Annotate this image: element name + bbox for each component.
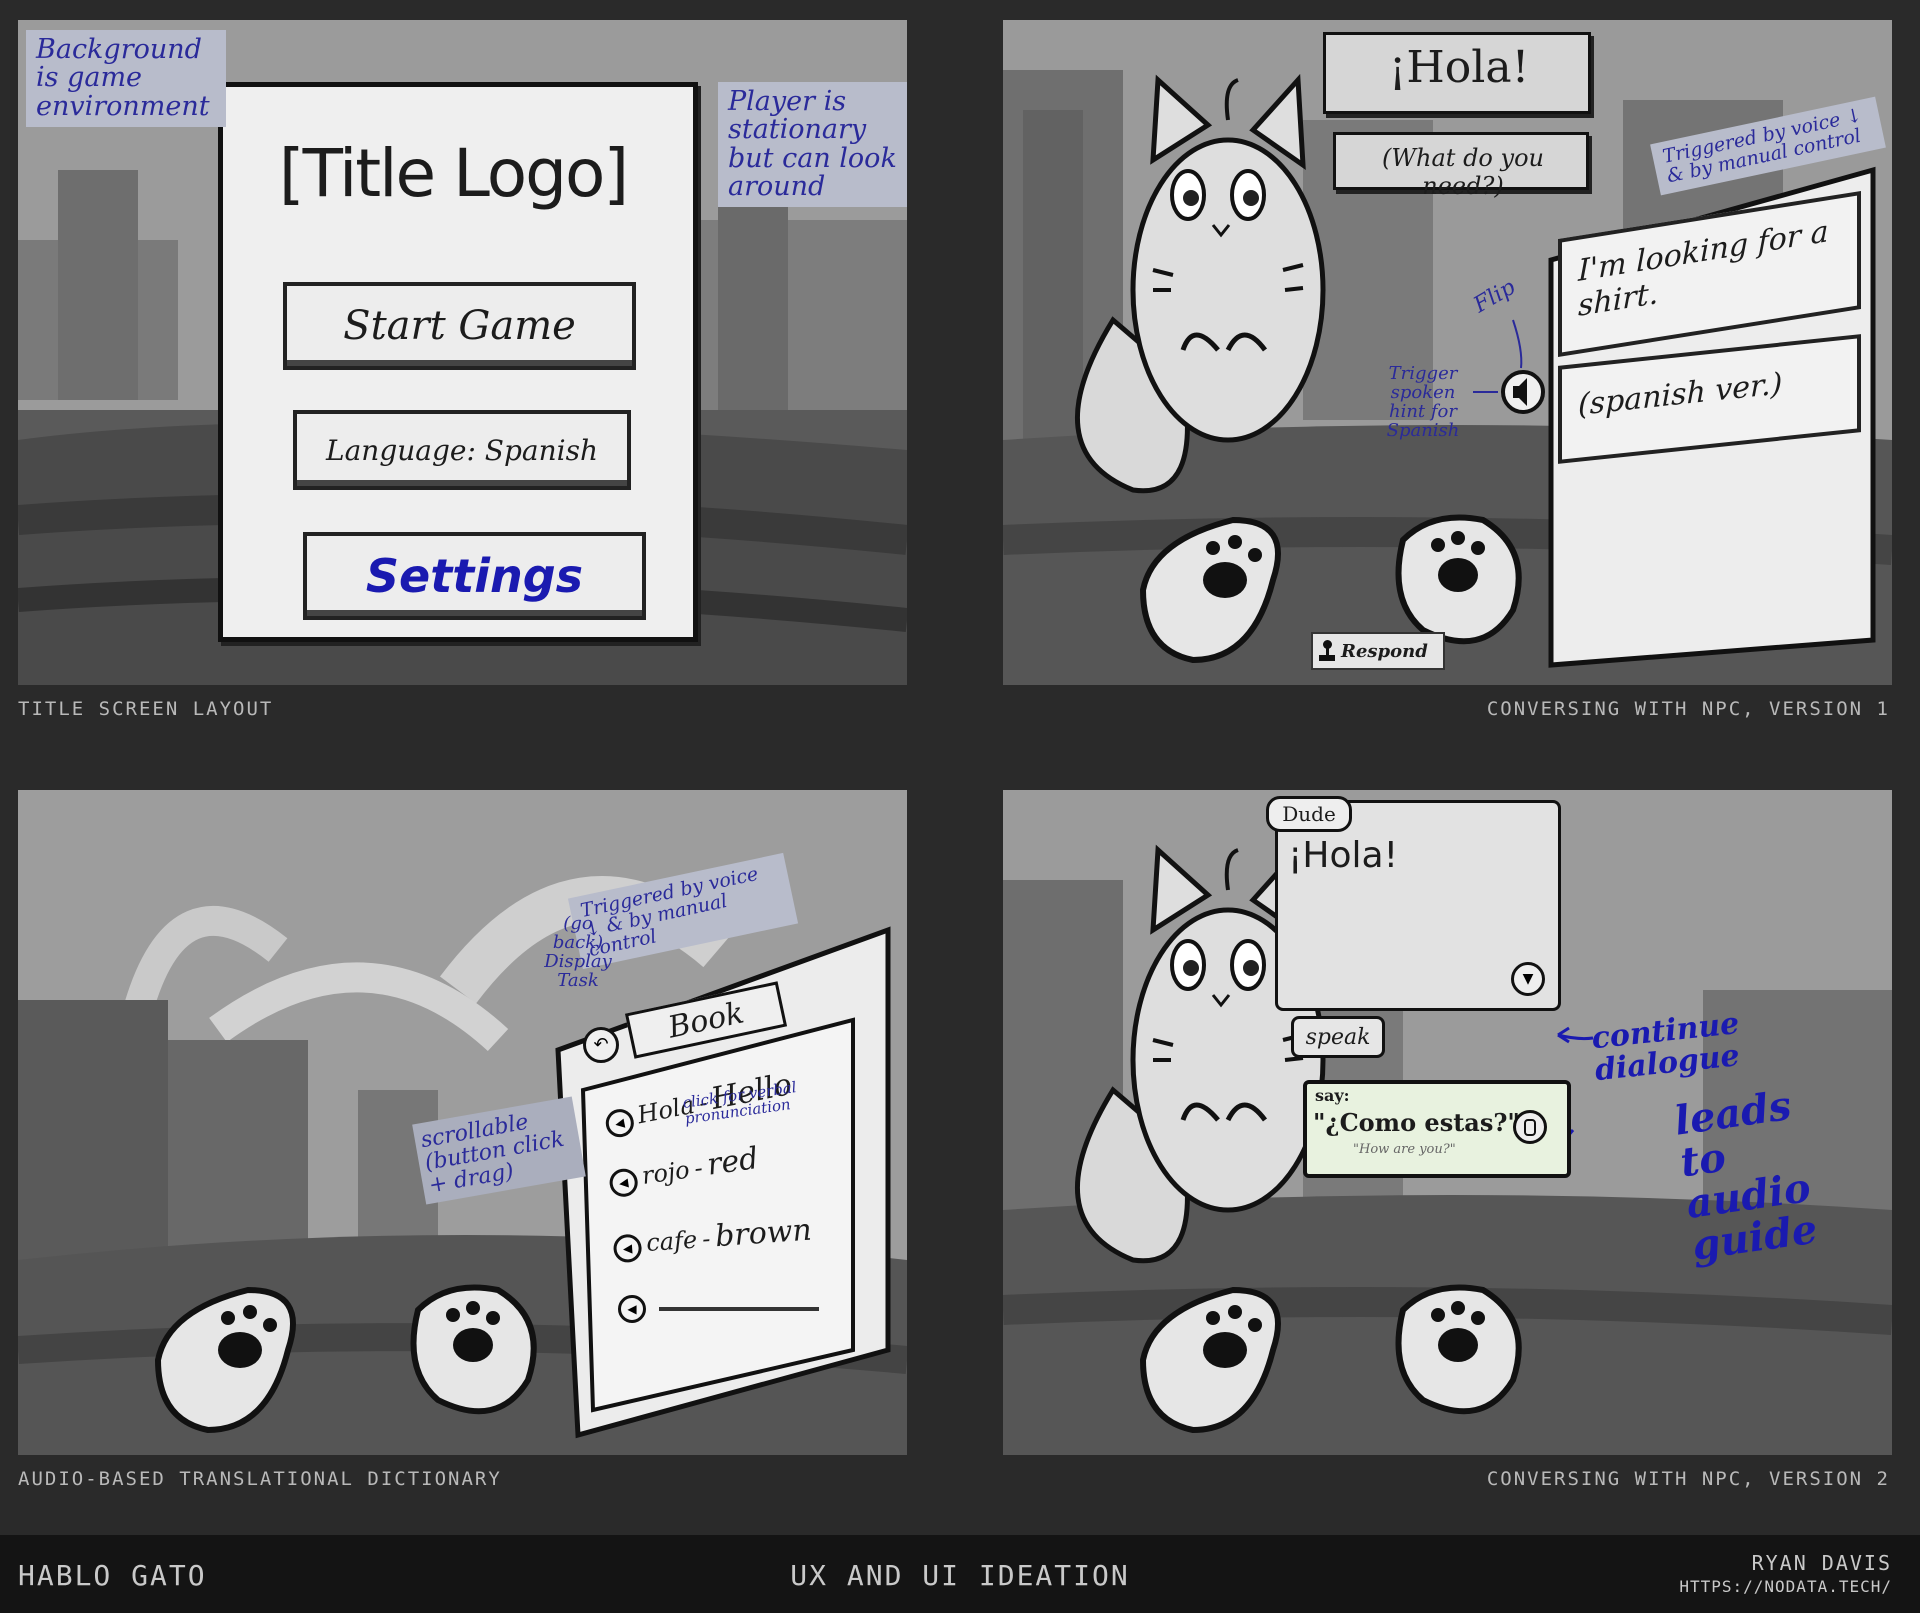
note-player: Player is stationary but can look around	[718, 82, 907, 208]
joystick-icon	[1319, 640, 1335, 662]
entry-en: brown	[713, 1212, 813, 1255]
language-label: Language: Spanish	[326, 433, 598, 467]
note-background: Background is game environment	[26, 30, 226, 128]
note-audio-guide: leads to audio guide	[1671, 1081, 1821, 1270]
entry-dash: -	[701, 1224, 712, 1254]
microphone-button[interactable]	[1513, 1110, 1547, 1144]
speaker-icon[interactable]: ◀	[618, 1295, 646, 1323]
start-game-label: Start Game	[343, 303, 576, 349]
author-url[interactable]: https://nodata.tech/	[1679, 1577, 1892, 1596]
go-back-button[interactable]: ↶	[583, 1027, 619, 1063]
caption-npc-v1: Conversing with NPC, Version 1	[1486, 698, 1890, 720]
player-paw-right	[1395, 1284, 1522, 1415]
title-logo: [Title Logo]	[278, 135, 629, 212]
panel-npc-v2: Dude ¡Hola! ▼ speak say: "¿Como estas?" …	[1003, 790, 1892, 1455]
footer-bar: Hablo Gato UX and UI Ideation Ryan Davis…	[0, 1535, 1920, 1613]
caption-npc-v2: Conversing with NPC, Version 2	[1486, 1468, 1890, 1490]
chevron-down-icon: ▼	[1522, 971, 1534, 987]
entry-es: cafe	[645, 1225, 699, 1258]
dictionary-entry-4[interactable]: ◀	[618, 1295, 838, 1323]
language-button[interactable]: Language: Spanish	[293, 410, 631, 490]
microphone-icon	[1524, 1118, 1536, 1136]
say-label: say:	[1315, 1086, 1350, 1105]
start-game-button[interactable]: Start Game	[283, 282, 636, 370]
player-paw-right	[410, 1284, 537, 1415]
entry-dash: -	[692, 1153, 705, 1183]
respond-hint[interactable]: Respond	[1311, 632, 1445, 670]
continue-dialogue-button[interactable]: ▼	[1511, 962, 1545, 996]
entry-es: rojo	[640, 1155, 692, 1190]
author-name: Ryan Davis	[1751, 1551, 1892, 1575]
panel-title-screen: [Title Logo] Start Game Language: Spanis…	[18, 20, 907, 685]
speaker-icon[interactable]: ◀	[603, 1106, 637, 1140]
speaker-icon[interactable]: ◀	[612, 1233, 643, 1264]
panel-npc-v1: ¡Hola! (What do you need?) I'm looking f…	[1003, 20, 1892, 685]
respond-label: Respond	[1341, 640, 1428, 662]
settings-label: Settings	[365, 549, 584, 603]
entry-en: red	[704, 1140, 761, 1183]
note-go-back: (go back) Display Task	[544, 913, 612, 991]
scribble-placeholder	[659, 1306, 820, 1311]
dialogue-text: ¡Hola!	[1288, 835, 1399, 876]
note-trigger-hint: Trigger spoken hint for Spanish	[1386, 363, 1460, 441]
speaker-icon[interactable]: ◀	[607, 1166, 640, 1199]
say-translation: "How are you?"	[1353, 1142, 1456, 1157]
settings-button[interactable]: Settings	[303, 532, 646, 620]
speak-label: speak	[1305, 1024, 1371, 1050]
center-title: UX and UI Ideation	[790, 1559, 1130, 1592]
speak-button[interactable]: speak	[1291, 1016, 1385, 1058]
go-back-icon: ↶	[593, 1034, 609, 1055]
say-phrase: "¿Como estas?"	[1313, 1108, 1520, 1137]
caption-title-screen: Title screen layout	[18, 698, 274, 720]
speaker-name-tag: Dude	[1266, 796, 1352, 832]
speaker-name: Dude	[1282, 802, 1336, 826]
panel-dictionary: ↶ Book ◀ Hola - Hello ◀ rojo - red ◀ caf…	[18, 790, 907, 1455]
caption-dictionary: Audio-based translational dictionary	[18, 1468, 502, 1490]
